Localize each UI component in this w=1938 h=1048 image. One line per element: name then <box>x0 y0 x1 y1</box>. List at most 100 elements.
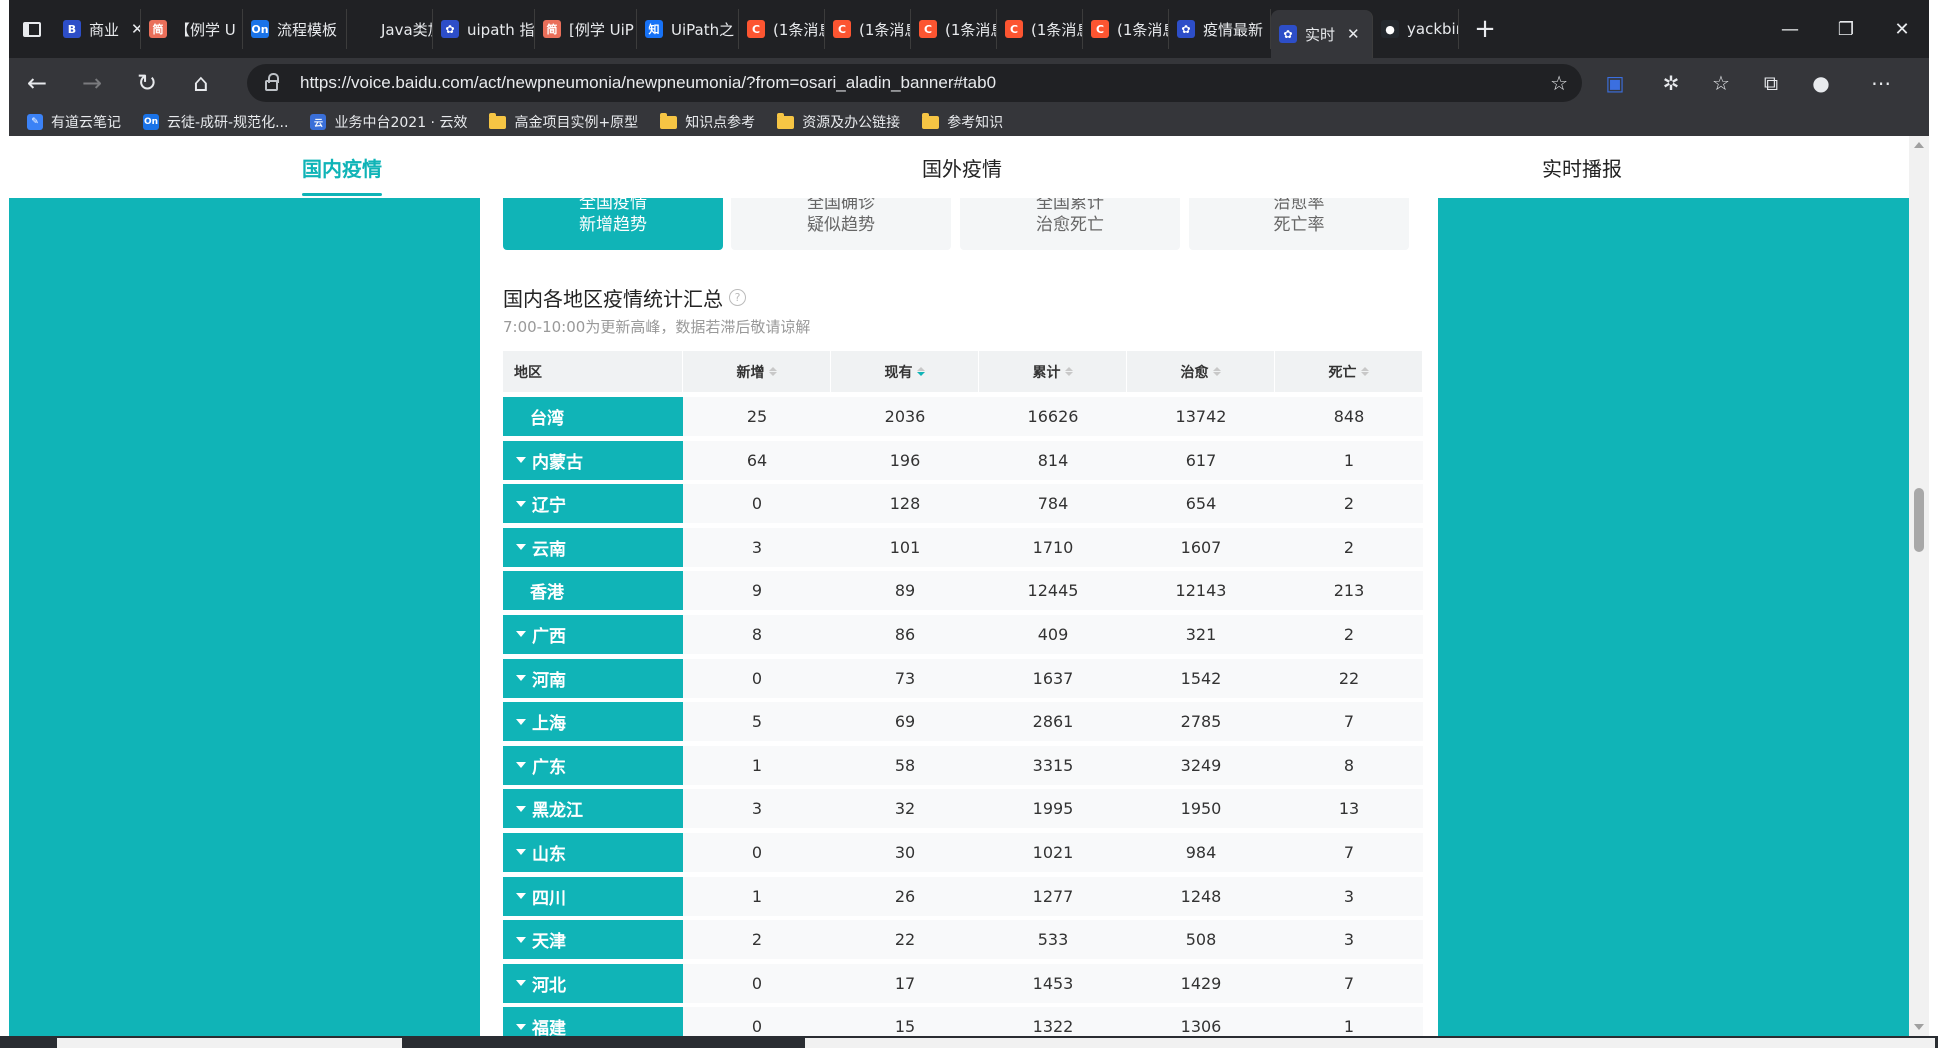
scroll-down-icon[interactable] <box>1914 1024 1924 1030</box>
expand-arrow-icon[interactable] <box>516 544 526 551</box>
browser-tab[interactable]: B 商业 ✕ <box>55 9 141 49</box>
sort-icon[interactable] <box>1064 367 1073 376</box>
bookmark-item[interactable]: On 云徒-成研-规范化... <box>143 112 288 132</box>
expand-arrow-icon[interactable] <box>516 936 526 943</box>
browser-tab[interactable]: Java类加 <box>347 9 433 49</box>
browser-tab[interactable]: ✿ 实时 ✕ <box>1271 10 1373 58</box>
extensions-puzzle-icon[interactable]: ✲ <box>1649 58 1693 108</box>
expand-arrow-icon[interactable] <box>516 457 526 464</box>
region-cell[interactable]: 天津 <box>503 920 683 960</box>
browser-tab[interactable]: ● yackbird <box>1373 9 1459 49</box>
help-icon[interactable]: ? <box>729 289 746 306</box>
trend-button-new[interactable]: 全国疫情 新增趋势 <box>503 198 723 250</box>
lock-icon[interactable] <box>265 73 279 91</box>
table-row[interactable]: 台湾 25 2036 16626 13742 848 <box>503 397 1423 436</box>
browser-tab[interactable]: ✿ uipath 指 <box>433 9 535 49</box>
table-row[interactable]: 香港 9 89 12445 12143 213 <box>503 571 1423 611</box>
browser-tab[interactable]: C (1条消息 <box>825 9 911 49</box>
browser-tab[interactable]: On 流程模板 <box>243 9 347 49</box>
region-cell[interactable]: 河北 <box>503 963 683 1003</box>
region-cell[interactable]: 上海 <box>503 702 683 742</box>
browser-tab[interactable]: C (1条消息 <box>911 9 997 49</box>
browser-tab[interactable]: 简【例学 U <box>141 9 243 49</box>
bookmark-item[interactable]: 知识点参考 <box>660 112 755 132</box>
tab-overseas[interactable]: 国外疫情 <box>922 136 1002 198</box>
region-cell[interactable]: 云南 <box>503 527 683 567</box>
header-cured[interactable]: 治愈 <box>1127 351 1275 392</box>
header-dead[interactable]: 死亡 <box>1275 351 1423 392</box>
trend-button-confirmed[interactable]: 全国确诊 疑似趋势 <box>731 198 951 250</box>
table-row[interactable]: 黑龙江 3 32 1995 1950 13 <box>503 789 1423 829</box>
header-new[interactable]: 新增 <box>683 351 831 392</box>
table-row[interactable]: 天津 2 22 533 508 3 <box>503 920 1423 960</box>
table-row[interactable]: 山东 0 30 1021 984 7 <box>503 832 1423 872</box>
table-row[interactable]: 上海 5 69 2861 2785 7 <box>503 702 1423 742</box>
scrollbar-thumb[interactable] <box>1914 488 1924 552</box>
header-total[interactable]: 累计 <box>979 351 1127 392</box>
expand-arrow-icon[interactable] <box>516 675 526 682</box>
tab-actions-icon[interactable] <box>9 0 55 58</box>
table-row[interactable]: 广东 1 58 3315 3249 8 <box>503 745 1423 785</box>
bookmark-item[interactable]: ✎ 有道云笔记 <box>27 112 121 132</box>
url-text[interactable]: https://voice.baidu.com/act/newpneumonia… <box>300 73 996 93</box>
expand-arrow-icon[interactable] <box>516 500 526 507</box>
bookmark-item[interactable]: 云业务中台2021 · 云效 <box>310 112 467 132</box>
expand-arrow-icon[interactable] <box>516 718 526 725</box>
region-cell[interactable]: 广西 <box>503 614 683 654</box>
expand-arrow-icon[interactable] <box>516 849 526 856</box>
table-row[interactable]: 辽宁 0 128 784 654 2 <box>503 484 1423 524</box>
profile-avatar-icon[interactable]: ● <box>1799 58 1843 108</box>
tab-live-broadcast[interactable]: 实时播报 <box>1542 136 1622 198</box>
restore-icon[interactable]: ❐ <box>1818 0 1874 58</box>
scroll-up-icon[interactable] <box>1914 142 1924 148</box>
table-row[interactable]: 内蒙古 64 196 814 617 1 <box>503 440 1423 480</box>
expand-arrow-icon[interactable] <box>516 1023 526 1030</box>
more-menu-icon[interactable]: ⋯ <box>1859 58 1903 108</box>
expand-arrow-icon[interactable] <box>516 805 526 812</box>
region-cell[interactable]: 山东 <box>503 832 683 872</box>
forward-icon[interactable]: → <box>66 58 118 108</box>
expand-arrow-icon[interactable] <box>516 980 526 987</box>
collections-icon[interactable]: ⧉ <box>1749 58 1793 108</box>
sort-icon[interactable] <box>1212 367 1221 376</box>
browser-tab[interactable]: C (1条消息 <box>1083 9 1169 49</box>
vertical-scrollbar[interactable] <box>1909 136 1929 1036</box>
table-row[interactable]: 河南 0 73 1637 1542 22 <box>503 658 1423 698</box>
bookmark-item[interactable]: 参考知识 <box>922 112 1003 132</box>
tab-domestic[interactable]: 国内疫情 <box>302 136 382 198</box>
extension-icon[interactable]: ▣ <box>1593 58 1637 108</box>
horizontal-scrollbar[interactable] <box>0 1036 1938 1048</box>
table-row[interactable]: 云南 3 101 1710 1607 2 <box>503 527 1423 567</box>
add-favorite-icon[interactable]: ☆ <box>1550 71 1568 96</box>
browser-tab[interactable]: C (1条消息 <box>739 9 825 49</box>
new-tab-button[interactable]: + <box>1465 9 1505 49</box>
expand-arrow-icon[interactable] <box>516 893 526 900</box>
trend-button-rate[interactable]: 治愈率 死亡率 <box>1189 198 1409 250</box>
browser-tab[interactable]: 简 [例学 UiP <box>535 9 637 49</box>
close-tab-icon[interactable]: ✕ <box>1347 25 1360 43</box>
expand-arrow-icon[interactable] <box>516 762 526 769</box>
home-icon[interactable]: ⌂ <box>175 58 227 108</box>
sort-icon[interactable] <box>768 367 777 376</box>
header-current[interactable]: 现有 <box>831 351 979 392</box>
refresh-icon[interactable]: ↻ <box>121 58 173 108</box>
sort-active-icon[interactable] <box>916 367 925 376</box>
region-cell[interactable]: 黑龙江 <box>503 789 683 829</box>
back-icon[interactable]: ← <box>11 58 63 108</box>
favorites-icon[interactable]: ☆ <box>1699 58 1743 108</box>
expand-arrow-icon[interactable] <box>516 631 526 638</box>
close-tab-icon[interactable]: ✕ <box>131 20 140 38</box>
region-cell[interactable]: 广东 <box>503 745 683 785</box>
region-cell[interactable]: 四川 <box>503 876 683 916</box>
sort-icon[interactable] <box>1360 367 1369 376</box>
close-window-icon[interactable]: ✕ <box>1874 0 1929 58</box>
minimize-icon[interactable]: — <box>1762 0 1818 58</box>
region-cell[interactable]: 内蒙古 <box>503 440 683 480</box>
bookmark-item[interactable]: 高金项目实例+原型 <box>489 112 638 132</box>
url-field[interactable]: https://voice.baidu.com/act/newpneumonia… <box>247 64 1582 102</box>
table-row[interactable]: 广西 8 86 409 321 2 <box>503 614 1423 654</box>
browser-tab[interactable]: 知 UiPath之 <box>637 9 739 49</box>
bookmark-item[interactable]: 资源及办公链接 <box>777 112 900 132</box>
browser-tab[interactable]: ✿ 疫情最新 <box>1169 9 1271 49</box>
browser-tab[interactable]: C (1条消息 <box>997 9 1083 49</box>
